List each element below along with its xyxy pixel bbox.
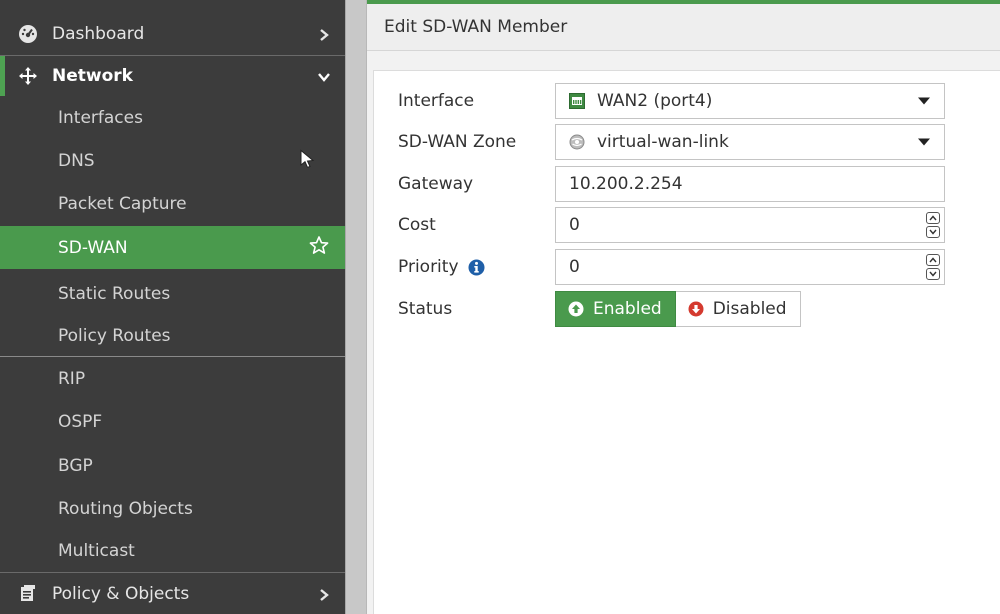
status-row: Status Enabled Disabled bbox=[374, 291, 1000, 327]
sidebar-item-label: OSPF bbox=[58, 412, 103, 432]
dropdown-caret-icon bbox=[918, 138, 930, 146]
sdwan-zone-select[interactable]: virtual-wan-link bbox=[555, 124, 945, 160]
star-icon[interactable] bbox=[309, 235, 329, 260]
status-disabled-label: Disabled bbox=[712, 299, 787, 319]
priority-stepper[interactable] bbox=[926, 254, 940, 280]
gateway-input[interactable]: 10.200.2.254 bbox=[555, 166, 945, 202]
sidebar-item-multicast[interactable]: Multicast bbox=[0, 530, 345, 572]
cost-value: 0 bbox=[569, 215, 580, 235]
sidebar-item-policy-routes[interactable]: Policy Routes bbox=[0, 315, 345, 357]
stepper-down-icon[interactable] bbox=[926, 268, 940, 280]
priority-row: Priority 0 bbox=[374, 249, 1000, 285]
dropdown-caret-icon bbox=[918, 97, 930, 105]
status-disabled-button[interactable]: Disabled bbox=[675, 291, 801, 327]
sidebar-item-label: DNS bbox=[58, 151, 95, 171]
pane-divider[interactable] bbox=[345, 0, 367, 614]
cost-stepper[interactable] bbox=[926, 212, 940, 238]
sidebar-item-label: Interfaces bbox=[58, 108, 143, 128]
nav-network-label: Network bbox=[52, 66, 133, 86]
status-toggle: Enabled Disabled bbox=[555, 291, 801, 327]
policy-document-icon bbox=[17, 583, 39, 605]
status-enabled-button[interactable]: Enabled bbox=[555, 291, 676, 327]
sidebar-item-sd-wan[interactable]: SD-WAN bbox=[0, 226, 345, 269]
interface-value: WAN2 (port4) bbox=[597, 91, 713, 111]
sidebar-item-rip[interactable]: RIP bbox=[0, 358, 345, 400]
nav-dashboard-label: Dashboard bbox=[52, 24, 145, 44]
interface-select[interactable]: WAN2 (port4) bbox=[555, 83, 945, 119]
nav-policy-objects[interactable]: Policy & Objects bbox=[0, 573, 345, 614]
gateway-label: Gateway bbox=[398, 174, 474, 194]
sidebar-item-label: Static Routes bbox=[58, 283, 171, 304]
sdwan-zone-value: virtual-wan-link bbox=[597, 132, 729, 152]
nav-policy-objects-label: Policy & Objects bbox=[52, 583, 190, 604]
sidebar-item-ospf[interactable]: OSPF bbox=[0, 401, 345, 443]
arrow-up-circle-icon bbox=[568, 301, 584, 317]
sidebar-item-label: Policy Routes bbox=[58, 326, 171, 346]
info-icon[interactable] bbox=[468, 259, 485, 276]
sidebar-item-packet-capture[interactable]: Packet Capture bbox=[0, 183, 345, 225]
sidebar-item-dns[interactable]: DNS bbox=[0, 140, 345, 182]
sdwan-zone-label: SD-WAN Zone bbox=[398, 132, 517, 152]
sidebar-item-label: Packet Capture bbox=[58, 194, 187, 214]
sidebar-item-interfaces[interactable]: Interfaces bbox=[0, 97, 345, 139]
sidebar-item-label: BGP bbox=[58, 455, 93, 476]
stepper-down-icon[interactable] bbox=[926, 226, 940, 238]
page-title: Edit SD-WAN Member bbox=[384, 17, 568, 37]
stepper-up-icon[interactable] bbox=[926, 254, 940, 266]
separator bbox=[0, 356, 345, 357]
interface-label: Interface bbox=[398, 91, 475, 111]
sidebar-item-static-routes[interactable]: Static Routes bbox=[0, 272, 345, 315]
sidebar-item-bgp[interactable]: BGP bbox=[0, 444, 345, 487]
page-header: Edit SD-WAN Member bbox=[367, 4, 1000, 51]
sidebar-item-label: Multicast bbox=[58, 541, 135, 561]
mouse-pointer-icon bbox=[299, 149, 315, 173]
status-enabled-label: Enabled bbox=[593, 299, 662, 319]
status-label: Status bbox=[398, 299, 453, 319]
sidebar: Dashboard Network Interfaces DNS Packet … bbox=[0, 0, 345, 614]
cost-label: Cost bbox=[398, 215, 436, 235]
interface-row: Interface WAN2 (port4) bbox=[374, 83, 1000, 119]
chevron-right-icon bbox=[317, 587, 331, 601]
cost-row: Cost 0 bbox=[374, 207, 1000, 243]
arrow-down-circle-icon bbox=[688, 301, 704, 317]
cost-input[interactable]: 0 bbox=[555, 207, 945, 243]
chevron-down-icon bbox=[317, 69, 331, 83]
stepper-up-icon[interactable] bbox=[926, 212, 940, 224]
nav-dashboard[interactable]: Dashboard bbox=[0, 13, 345, 55]
sidebar-item-routing-objects[interactable]: Routing Objects bbox=[0, 487, 345, 530]
nav-network[interactable]: Network bbox=[0, 56, 345, 96]
gateway-value: 10.200.2.254 bbox=[569, 174, 683, 194]
edit-form-panel: Interface WAN2 (port4) SD-WAN Zone virtu… bbox=[373, 70, 1000, 614]
sidebar-item-label: SD-WAN bbox=[58, 237, 128, 258]
priority-label-text: Priority bbox=[398, 257, 459, 277]
priority-label: Priority bbox=[398, 249, 485, 285]
sdwan-zone-row: SD-WAN Zone virtual-wan-link bbox=[374, 124, 1000, 160]
gateway-row: Gateway 10.200.2.254 bbox=[374, 166, 1000, 202]
main-content: Edit SD-WAN Member Interface WAN2 (port4… bbox=[367, 0, 1000, 614]
dashboard-icon bbox=[17, 23, 39, 45]
sidebar-item-label: RIP bbox=[58, 369, 86, 389]
wan-zone-icon bbox=[569, 134, 585, 150]
network-move-icon bbox=[17, 65, 39, 87]
priority-value: 0 bbox=[569, 257, 580, 277]
chevron-right-icon bbox=[317, 27, 331, 41]
priority-input[interactable]: 0 bbox=[555, 249, 945, 285]
sidebar-item-label: Routing Objects bbox=[58, 498, 193, 519]
port-icon bbox=[569, 93, 585, 109]
